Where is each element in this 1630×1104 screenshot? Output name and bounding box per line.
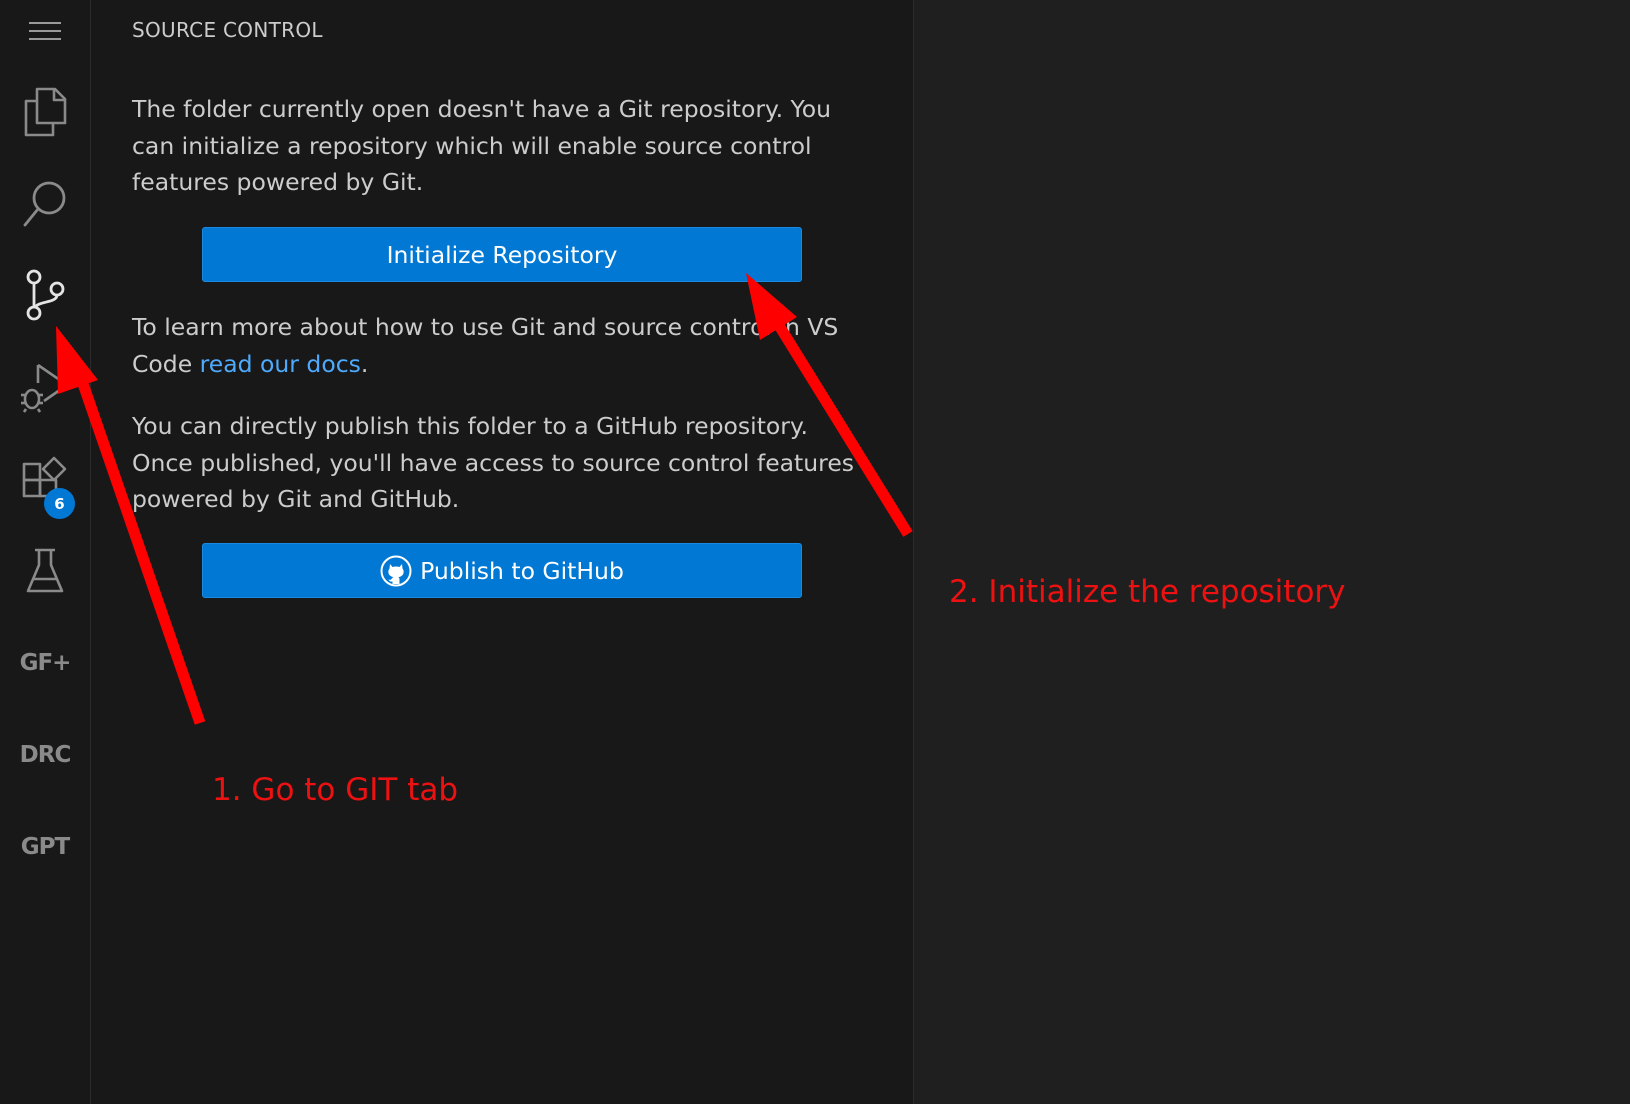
publish-text: You can directly publish this folder to …	[132, 412, 855, 513]
initialize-repository-button[interactable]: Initialize Repository	[202, 227, 802, 282]
activity-extensions[interactable]: 6	[0, 434, 90, 524]
activity-gpt[interactable]: GPT	[0, 802, 90, 892]
editor-area	[914, 0, 1630, 1104]
source-control-panel: SOURCE CONTROL The folder currently open…	[91, 0, 914, 1104]
vscode-window: 6 GF+ DRC GPT SOURCE CONTROL The folder …	[0, 0, 1630, 1104]
activity-run-debug[interactable]	[0, 342, 90, 432]
source-control-icon	[25, 269, 65, 321]
activity-bar: 6 GF+ DRC GPT	[0, 0, 91, 1104]
activity-source-control[interactable]	[0, 250, 90, 340]
annotation-step1: 1. Go to GIT tab	[212, 772, 459, 808]
learn-more-text: To learn more about how to use Git and s…	[132, 309, 872, 382]
flask-icon	[25, 547, 65, 595]
run-debug-icon	[20, 361, 70, 413]
extensions-badge: 6	[44, 488, 75, 519]
gf-label: GF+	[19, 650, 72, 676]
files-icon	[23, 87, 67, 137]
hamburger-menu-icon	[28, 20, 62, 42]
panel-title: SOURCE CONTROL	[132, 18, 323, 42]
github-icon	[380, 555, 412, 587]
activity-testing[interactable]	[0, 526, 90, 616]
activity-gf[interactable]: GF+	[0, 618, 90, 708]
read-docs-link[interactable]: read our docs	[200, 350, 361, 378]
drc-label: DRC	[19, 742, 72, 768]
intro-text: The folder currently open doesn't have a…	[132, 95, 832, 196]
search-icon	[21, 179, 69, 229]
learn-more-suffix: .	[360, 349, 369, 378]
activity-drc[interactable]: DRC	[0, 710, 90, 800]
activity-explorer[interactable]	[0, 67, 90, 157]
annotation-step2: 2. Initialize the repository	[949, 574, 1346, 610]
gpt-label: GPT	[20, 834, 70, 860]
publish-button-label: Publish to GitHub	[420, 556, 624, 585]
publish-to-github-button[interactable]: Publish to GitHub	[202, 543, 802, 598]
activity-search[interactable]	[0, 159, 90, 249]
menu-button[interactable]	[0, 0, 90, 62]
